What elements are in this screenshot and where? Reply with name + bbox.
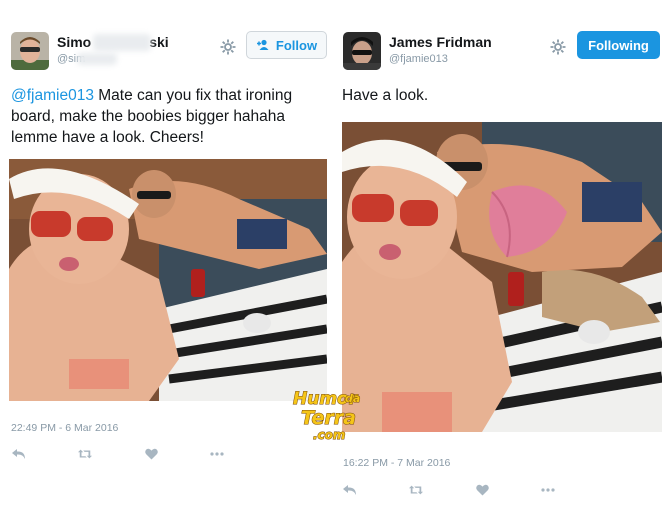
tweet-actions [343, 483, 607, 497]
humor-da-terra-logo: Humor da Terra .com [289, 384, 369, 444]
logo-line-3: .com [313, 428, 345, 442]
like-icon[interactable] [144, 447, 158, 461]
following-button[interactable]: Following [577, 31, 660, 59]
tweet-timestamp[interactable]: 22:49 PM - 6 Mar 2016 [11, 422, 118, 434]
logo-line-1-suffix: da [345, 392, 360, 405]
follow-button[interactable]: Follow [246, 31, 327, 59]
retweet-icon[interactable] [409, 483, 423, 497]
add-user-icon [256, 39, 269, 50]
user-name[interactable]: James Fridman [389, 34, 492, 50]
reply-icon[interactable] [12, 447, 26, 461]
more-icon[interactable] [210, 447, 224, 461]
logo-line-2: Terra [301, 407, 356, 429]
avatar[interactable] [11, 32, 49, 70]
gear-icon[interactable] [219, 38, 237, 56]
mention-link[interactable]: @fjamie013 [11, 87, 94, 104]
reply-icon[interactable] [343, 483, 357, 497]
redacted-handle [77, 53, 117, 65]
tweet-right: James Fridman @fjamie013 Following Have … [333, 0, 665, 529]
more-icon[interactable] [541, 483, 555, 497]
tweet-timestamp[interactable]: 16:22 PM - 7 Mar 2016 [343, 457, 450, 469]
retweet-icon[interactable] [78, 447, 92, 461]
user-handle[interactable]: @fjamie013 [389, 53, 448, 65]
tweet-left: Simo ski @sim Follow @fjamie013 Mate can … [0, 0, 333, 529]
tweet-text: @fjamie013 Mate can you fix that ironing… [11, 87, 293, 146]
gear-icon[interactable] [549, 38, 567, 56]
like-icon[interactable] [475, 483, 489, 497]
tweet-text: Have a look. [342, 87, 429, 104]
redacted-name [93, 34, 151, 51]
tweet-photo[interactable] [342, 122, 662, 432]
avatar[interactable] [343, 32, 381, 70]
tweet-actions [12, 447, 276, 461]
tweet-photo[interactable] [9, 159, 327, 401]
